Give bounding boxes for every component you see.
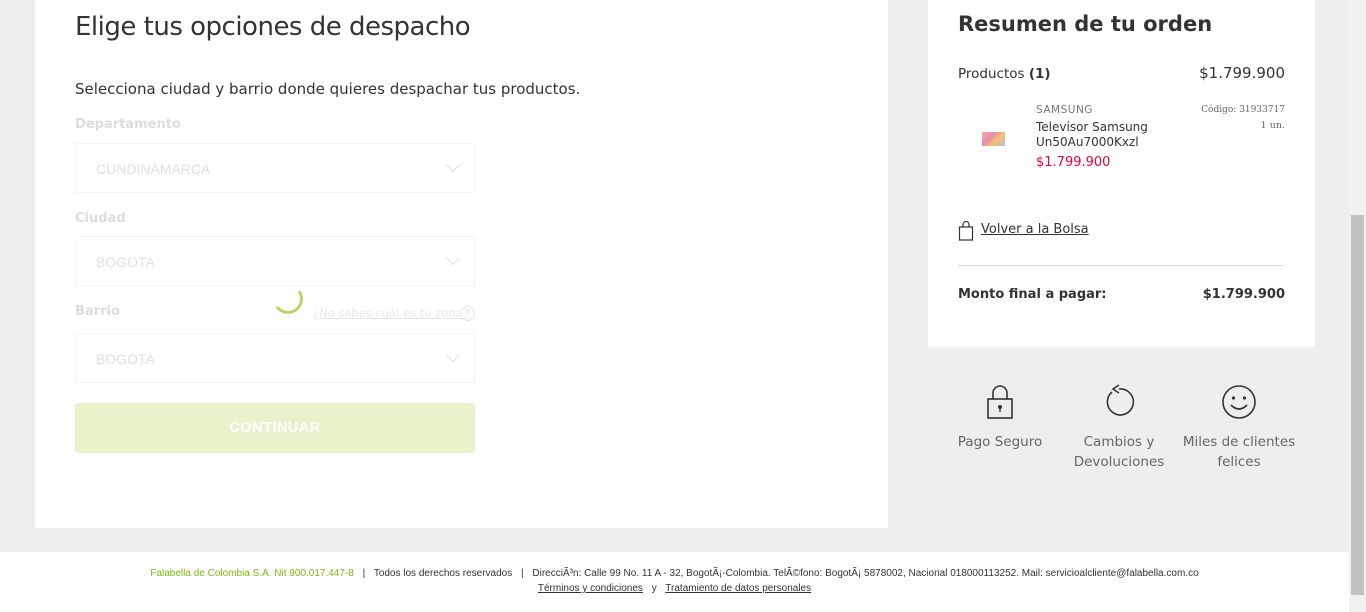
footer-and: y [651,583,657,594]
city-value: BOGOTA [96,254,155,270]
smiley-icon [1222,385,1256,419]
shipping-instructions: Selecciona ciudad y barrio donde quieres… [75,80,581,98]
lock-icon [987,385,1013,419]
footer-links: Términos y condiciones y Tratamiento de … [0,583,1349,594]
neighborhood-label: Barrio [75,304,120,319]
footer-separator: | [521,568,524,579]
help-icon[interactable]: ? [460,306,475,321]
terms-link[interactable]: Términos y condiciones [538,583,643,594]
footer-legal-line: Falabella de Colombia S.A. Nit 900.017.4… [0,568,1349,579]
privacy-link[interactable]: Tratamiento de datos personales [665,583,811,594]
benefit-happy-customers: Miles de clientes felices [1179,384,1299,472]
benefit-label: Pago Seguro [957,434,1043,450]
shopping-bag-icon [958,221,974,241]
footer-separator: | [362,568,366,579]
department-value: CUNDINAMARCA [96,161,211,177]
benefit-secure-payment: Pago Seguro [940,384,1060,452]
product-quantity: 1 un. [1260,120,1285,131]
products-label-text: Productos [958,66,1025,82]
scrollbar-thumb[interactable] [1351,215,1364,595]
continue-button[interactable]: CONTINUAR [75,403,475,453]
footer: Falabella de Colombia S.A. Nit 900.017.4… [0,552,1349,612]
benefit-returns: Cambios y Devoluciones [1059,384,1179,472]
neighborhood-select[interactable]: BOGOTA [75,333,475,383]
products-total: $1.799.900 [1199,64,1285,82]
loading-spinner-icon [270,281,306,317]
products-label: Productos (1) [958,66,1051,82]
final-amount-label: Monto final a pagar: [958,287,1107,302]
chevron-down-icon [445,250,461,266]
zone-help-link[interactable]: ¿No sabes cuál es tu zona? [313,306,469,320]
department-label: Departamento [75,117,181,132]
back-to-bag-link[interactable]: Volver a la Bolsa [981,222,1089,237]
page-title: Elige tus opciones de despacho [75,12,471,42]
refresh-icon [1106,384,1135,416]
product-code: Código: 31933717 [1201,105,1285,115]
chevron-down-icon [445,157,461,173]
summary-divider [958,265,1284,266]
products-count: (1) [1028,66,1051,82]
order-summary-card: Resumen de tu orden Productos (1) $1.799… [928,0,1315,347]
benefit-label: Miles de clientes felices [1182,434,1296,470]
footer-rights: Todos los derechos reservados [373,568,513,579]
product-brand: SAMSUNG [1036,104,1093,116]
final-amount-value: $1.799.900 [1202,287,1285,302]
summary-title: Resumen de tu orden [958,12,1213,36]
product-name: Televisor Samsung Un50Au7000Kxzl [1036,120,1148,149]
city-label: Ciudad [75,211,126,226]
product-thumbnail [982,132,1005,146]
benefit-label: Cambios y Devoluciones [1073,434,1165,470]
chevron-down-icon [445,347,461,363]
department-select[interactable]: CUNDINAMARCA [75,143,475,193]
neighborhood-value: BOGOTA [96,351,155,367]
product-price: $1.799.900 [1036,155,1111,170]
city-select[interactable]: BOGOTA [75,236,475,286]
footer-address: DirecciÃ³n: Calle 99 No. 11 A - 32, Bogo… [532,568,1199,579]
vertical-scrollbar[interactable] [1349,0,1366,612]
shipping-card: Elige tus opciones de despacho Seleccion… [35,0,888,528]
footer-company: Falabella de Colombia S.A. Nit 900.017.4… [150,568,354,579]
